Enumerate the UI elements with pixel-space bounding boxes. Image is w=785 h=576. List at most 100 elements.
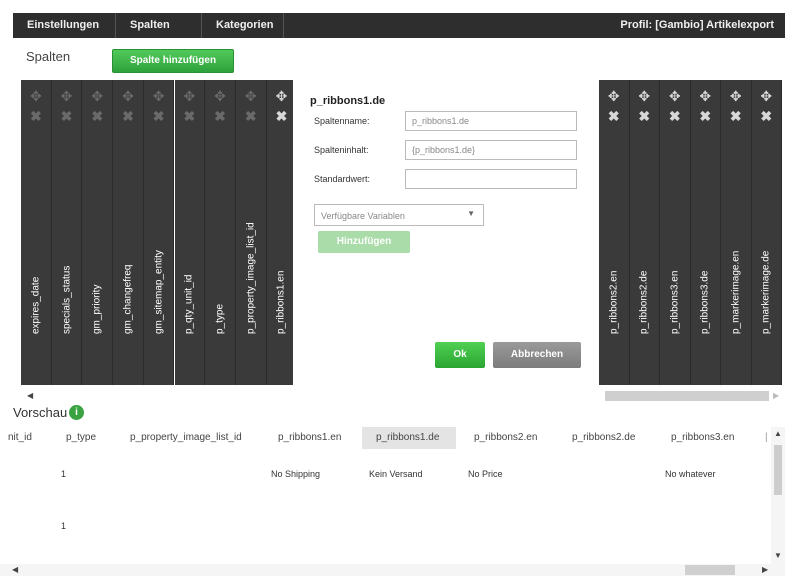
column-card[interactable]: ✥ ✖ gm_sitemap_entity	[143, 80, 175, 385]
column-card[interactable]: ✥ ✖ p_ribbons3.de	[690, 80, 721, 385]
chevron-down-icon: ▼	[467, 209, 475, 218]
table-cell: No Shipping	[271, 469, 321, 479]
ok-button[interactable]: Ok	[435, 342, 485, 368]
column-name-label: expires_date	[30, 276, 42, 334]
preview-header-cell: p_ribbons1.en	[278, 432, 342, 443]
scroll-right-icon[interactable]: ▶	[762, 565, 768, 574]
column-card[interactable]: ✥ ✖ p_markerimage.en	[721, 80, 752, 385]
column-name-label: p_ribbons2.de	[638, 270, 650, 334]
move-icon[interactable]: ✥	[691, 89, 721, 103]
move-icon[interactable]: ✥	[236, 89, 266, 103]
close-icon[interactable]: ✖	[21, 109, 51, 123]
move-icon[interactable]: ✥	[630, 89, 660, 103]
top-navigation-bar: Einstellungen Spalten Kategorien Profil:…	[13, 13, 785, 38]
column-content-input[interactable]: {p_ribbons1.de}	[405, 140, 577, 160]
column-name-label: gm_sitemap_entity	[153, 250, 165, 334]
close-icon[interactable]: ✖	[175, 109, 205, 123]
close-icon[interactable]: ✖	[52, 109, 82, 123]
move-icon[interactable]: ✥	[599, 89, 629, 103]
table-cell: 1	[61, 469, 67, 479]
move-icon[interactable]: ✥	[752, 89, 782, 103]
preview-header-cell: p_property_image_list_id	[130, 432, 242, 443]
column-name-label: p_qty_unit_id	[183, 274, 195, 335]
column-name-input[interactable]: p_ribbons1.de	[405, 111, 577, 131]
column-card[interactable]: ✥ ✖ p_type	[205, 80, 236, 385]
close-icon[interactable]: ✖	[144, 109, 174, 123]
move-icon[interactable]: ✥	[113, 89, 143, 103]
close-icon[interactable]: ✖	[630, 109, 660, 123]
variables-dropdown-label: Verfügbare Variablen	[321, 211, 405, 221]
column-name-label: p_markerimage.de	[760, 250, 772, 334]
column-content-label: Spalteninhalt:	[314, 145, 369, 155]
scroll-left-icon[interactable]: ◀	[12, 565, 18, 574]
table-cell: 1	[61, 521, 67, 531]
table-cell: Kein Versand	[369, 469, 423, 479]
close-icon[interactable]: ✖	[599, 109, 629, 123]
scroll-up-icon[interactable]: ▲	[774, 429, 782, 438]
close-icon[interactable]: ✖	[113, 109, 143, 123]
add-column-button[interactable]: Spalte hinzufügen	[112, 49, 234, 73]
export-settings-window: Einstellungen Spalten Kategorien Profil:…	[0, 0, 785, 576]
move-icon[interactable]: ✥	[82, 89, 112, 103]
close-icon[interactable]: ✖	[82, 109, 112, 123]
preview-header-cell: nit_id	[8, 432, 32, 443]
move-icon[interactable]: ✥	[21, 89, 51, 103]
move-icon[interactable]: ✥	[660, 89, 690, 103]
column-name-label: p_markerimage.en	[730, 250, 742, 334]
move-icon[interactable]: ✥	[721, 89, 751, 103]
preview-header-cell: p_ribbons2.en	[474, 432, 538, 443]
column-edit-dialog: p_ribbons1.de Spaltenname: p_ribbons1.de…	[293, 80, 598, 385]
scroll-down-icon[interactable]: ▼	[774, 551, 782, 560]
move-icon[interactable]: ✥	[205, 89, 235, 103]
tab-kategorien[interactable]: Kategorien	[202, 13, 284, 38]
column-card[interactable]: ✥ ✖ gm_priority	[82, 80, 114, 385]
profile-label: Profil: [Gambio] Artikelexport	[620, 19, 774, 31]
info-icon[interactable]: i	[69, 405, 84, 420]
add-variable-button[interactable]: Hinzufügen	[318, 231, 410, 253]
scrollbar-thumb[interactable]	[605, 391, 769, 401]
move-icon[interactable]: ✥	[267, 89, 297, 103]
column-card[interactable]: ✥ ✖ gm_changefreq	[113, 80, 144, 385]
close-icon[interactable]: ✖	[691, 109, 721, 123]
section-title: Spalten	[26, 49, 71, 64]
column-card[interactable]: ✥ ✖ expires_date	[21, 80, 52, 385]
column-card[interactable]: ✥ ✖ p_markerimage.de	[751, 80, 782, 385]
close-icon[interactable]: ✖	[205, 109, 235, 123]
column-card[interactable]: ✥ ✖ p_property_image_list_id	[235, 80, 267, 385]
table-cell: No Price	[468, 469, 503, 479]
column-card[interactable]: ✥ ✖ p_ribbons2.de	[629, 80, 660, 385]
table-cell: No whatever	[665, 469, 716, 479]
move-icon[interactable]: ✥	[144, 89, 174, 103]
column-name-label: p_property_image_list_id	[245, 222, 257, 334]
default-value-input[interactable]	[405, 169, 577, 189]
tab-spalten[interactable]: Spalten	[116, 13, 202, 38]
variables-dropdown[interactable]: Verfügbare Variablen ▼	[314, 204, 484, 226]
column-name-label: p_ribbons3.en	[669, 270, 681, 334]
column-card[interactable]: ✥ ✖ p_ribbons2.en	[599, 80, 630, 385]
preview-vertical-thumb[interactable]	[774, 445, 782, 495]
scroll-right-icon[interactable]: ▶	[773, 391, 779, 400]
close-icon[interactable]: ✖	[721, 109, 751, 123]
move-icon[interactable]: ✥	[175, 89, 205, 103]
column-name-label: Spaltenname:	[314, 116, 370, 126]
preview-header-cell: p_ribbons2.de	[572, 432, 636, 443]
column-card[interactable]: ✥ ✖ specials_status	[51, 80, 83, 385]
close-icon[interactable]: ✖	[660, 109, 690, 123]
preview-header-cell-active: p_ribbons1.de	[362, 427, 456, 449]
close-icon[interactable]: ✖	[236, 109, 266, 123]
column-card[interactable]: ✥ ✖ p_qty_unit_id	[174, 80, 206, 385]
scrollbar-thumb[interactable]	[685, 565, 735, 575]
preview-horizontal-scrollbar[interactable]: ◀ ▶	[0, 564, 785, 576]
close-icon[interactable]: ✖	[267, 109, 297, 123]
columns-horizontal-scrollbar[interactable]: ◀ ▶	[13, 389, 785, 403]
column-name-label: p_ribbons1.en	[275, 270, 287, 334]
column-name-label: p_ribbons3.de	[699, 270, 711, 334]
column-card[interactable]: ✥ ✖ p_ribbons3.en	[660, 80, 691, 385]
scroll-left-icon[interactable]: ◀	[27, 391, 33, 400]
cancel-button[interactable]: Abbrechen	[493, 342, 581, 368]
column-name-label: p_type	[214, 303, 226, 334]
tab-einstellungen[interactable]: Einstellungen	[13, 13, 116, 38]
close-icon[interactable]: ✖	[752, 109, 782, 123]
column-name-label: p_ribbons2.en	[608, 270, 620, 334]
move-icon[interactable]: ✥	[52, 89, 82, 103]
